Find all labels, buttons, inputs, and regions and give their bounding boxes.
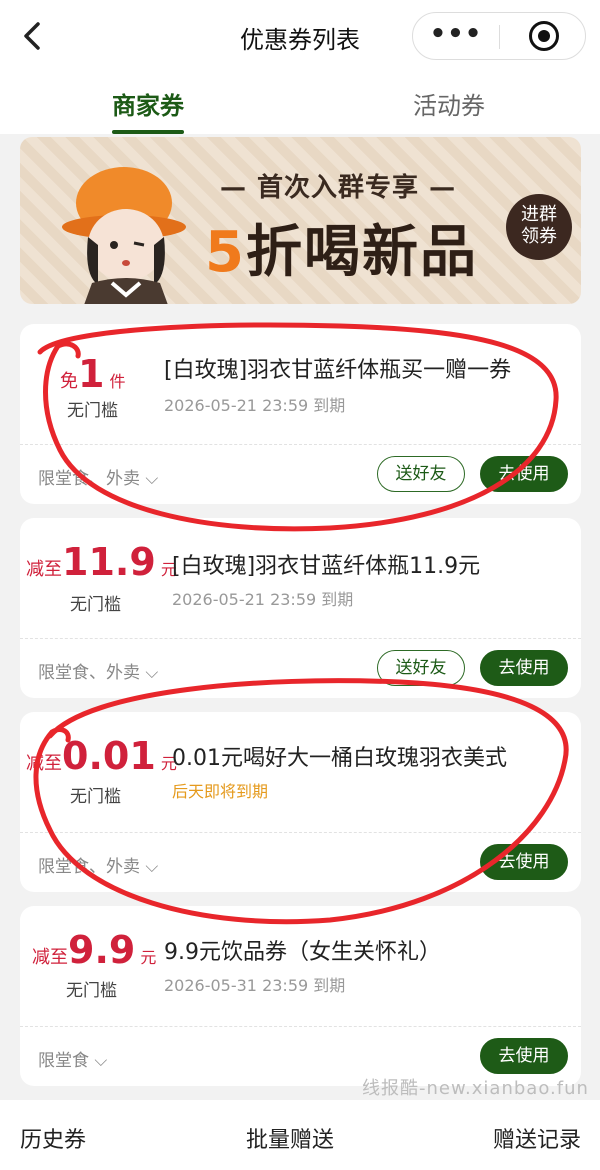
banner-discount-number: 5 (205, 220, 246, 285)
chevron-down-icon: ⌵ (145, 469, 159, 489)
coupon-scope-dropdown[interactable]: 限堂食、外卖 ⌵ (38, 852, 158, 877)
mini-program-capsule: ••• (412, 12, 586, 60)
close-target-icon[interactable] (529, 21, 559, 51)
coupon-name: 0.01元喝好大一桶白玫瑰羽衣美式 (172, 746, 507, 771)
use-coupon-button[interactable]: 去使用 (480, 844, 568, 880)
more-icon[interactable]: ••• (413, 13, 499, 59)
top-bar: 优惠券列表 ••• (0, 0, 600, 76)
history-coupons-button[interactable]: 历史券 (20, 1122, 86, 1154)
coupon-expiry: 2026-05-21 23:59 到期 (164, 396, 346, 415)
coupon-scope: 限堂食、外卖 (38, 663, 140, 683)
join-group-button[interactable]: 进群 领券 (506, 194, 572, 260)
coupon-threshold: 无门槛 (67, 401, 118, 421)
coupon-divider (20, 444, 581, 445)
coupon-scope-dropdown[interactable]: 限堂食、外卖 ⌵ (38, 658, 158, 683)
coupon-scope: 限堂食 (38, 1051, 89, 1071)
bottom-toolbar: 历史券 批量赠送 赠送记录 (0, 1100, 600, 1170)
use-coupon-button[interactable]: 去使用 (480, 1038, 568, 1074)
promo-banner[interactable]: — 首次入群专享 — 5折喝新品 进群 领券 (20, 137, 581, 304)
coupon-amount: 减至0.01 元 (26, 734, 177, 778)
gift-records-button[interactable]: 赠送记录 (493, 1122, 581, 1154)
coupon-scope: 限堂食、外卖 (38, 857, 140, 877)
banner-main-text: 5折喝新品 (205, 207, 478, 288)
banner-headline: — 首次入群专享 — (220, 173, 457, 203)
coupon-divider (20, 1026, 581, 1027)
chevron-down-icon: ⌵ (145, 857, 159, 877)
coupon-card: 减至11.9 元 无门槛 [白玫瑰]羽衣甘蓝纤体瓶11.9元 2026-05-2… (20, 518, 581, 698)
coupon-card: 减至9.9 元 无门槛 9.9元饮品券（女生关怀礼） 2026-05-31 23… (20, 906, 581, 1086)
capsule-divider (499, 25, 500, 49)
watermark: 线报酷-new.xianbao.fun (362, 1078, 589, 1099)
coupon-expiry-warning: 后天即将到期 (172, 782, 269, 801)
coupon-expiry: 2026-05-21 23:59 到期 (172, 590, 354, 609)
coupon-divider (20, 638, 581, 639)
coupon-threshold: 无门槛 (70, 787, 121, 807)
coupon-expiry: 2026-05-31 23:59 到期 (164, 976, 346, 995)
coupon-threshold: 无门槛 (70, 595, 121, 615)
coupon-card: 免1 件 无门槛 [白玫瑰]羽衣甘蓝纤体瓶买一赠一券 2026-05-21 23… (20, 324, 581, 504)
coupon-amount: 减至11.9 元 (26, 540, 177, 584)
coupon-tabs: 商家券 活动券 (0, 76, 600, 134)
coupon-name: [白玫瑰]羽衣甘蓝纤体瓶11.9元 (172, 554, 481, 579)
coupon-name: 9.9元饮品券（女生关怀礼） (164, 940, 441, 965)
coupon-divider (20, 832, 581, 833)
banner-main-rest: 折喝新品 (245, 220, 478, 285)
coupon-amount: 减至9.9 元 (32, 928, 157, 972)
join-label-line1: 进群 (521, 204, 557, 225)
coupon-amount: 免1 件 (60, 352, 126, 396)
join-label-line2: 领券 (521, 226, 557, 247)
chevron-down-icon: ⌵ (145, 663, 159, 683)
use-coupon-button[interactable]: 去使用 (480, 456, 568, 492)
tab-activity-coupons[interactable]: 活动券 (413, 86, 485, 121)
coupon-scope: 限堂食、外卖 (38, 469, 140, 489)
chevron-down-icon: ⌵ (94, 1051, 108, 1071)
batch-gift-button[interactable]: 批量赠送 (246, 1122, 334, 1154)
coupon-card: 减至0.01 元 无门槛 0.01元喝好大一桶白玫瑰羽衣美式 后天即将到期 限堂… (20, 712, 581, 892)
send-friend-button[interactable]: 送好友 (377, 456, 465, 492)
coupon-scope-dropdown[interactable]: 限堂食、外卖 ⌵ (38, 464, 158, 489)
coupon-threshold: 无门槛 (66, 981, 117, 1001)
coupon-scope-dropdown[interactable]: 限堂食 ⌵ (38, 1046, 107, 1071)
send-friend-button[interactable]: 送好友 (377, 650, 465, 686)
tab-merchant-coupons[interactable]: 商家券 (112, 86, 184, 134)
doll-mascot-icon (62, 167, 186, 304)
use-coupon-button[interactable]: 去使用 (480, 650, 568, 686)
coupon-name: [白玫瑰]羽衣甘蓝纤体瓶买一赠一券 (164, 358, 512, 383)
